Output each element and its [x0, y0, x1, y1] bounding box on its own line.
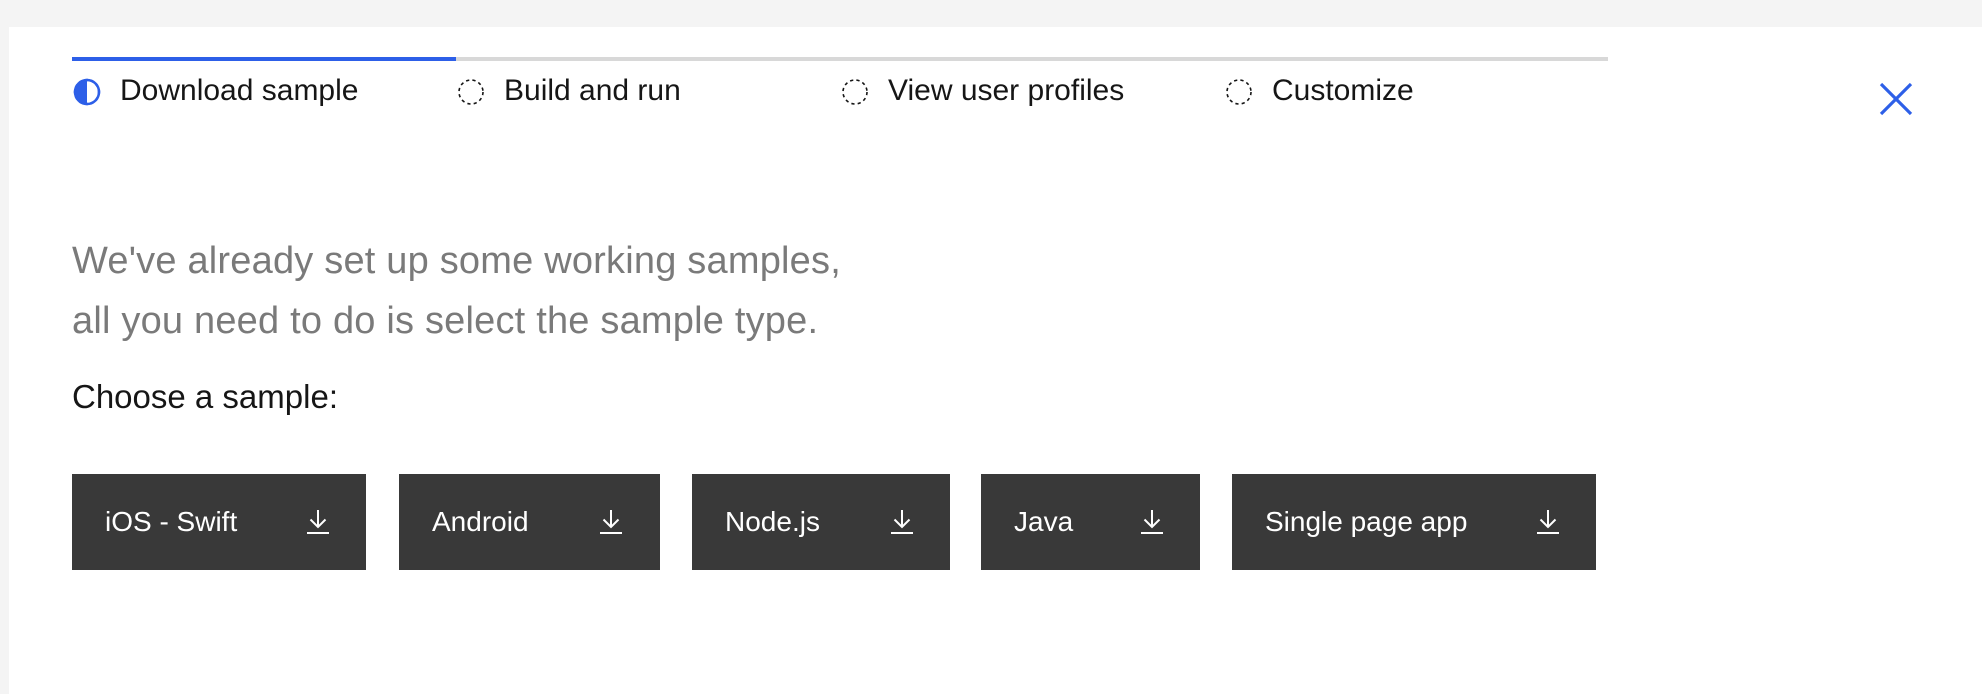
close-icon [1879, 82, 1913, 116]
sample-button-android[interactable]: Android [399, 474, 660, 570]
sample-button-label: Node.js [725, 506, 820, 537]
step-label: Download sample [120, 74, 359, 107]
intro-line: We've already set up some working sample… [72, 240, 841, 282]
sample-button-ios-swift[interactable]: iOS - Swift [72, 474, 366, 570]
dashed-circle-icon [458, 79, 484, 105]
download-icon [600, 510, 622, 534]
dashed-circle-icon [1226, 79, 1252, 105]
step-progress-bar [840, 57, 1224, 61]
step-progress-bar [72, 57, 456, 61]
download-icon [1537, 510, 1559, 534]
sample-button-label: Android [432, 506, 529, 537]
step-progress-bar [1224, 57, 1608, 61]
sample-button-java[interactable]: Java [981, 474, 1200, 570]
step-label: Customize [1272, 74, 1414, 107]
close-button[interactable] [1871, 74, 1921, 124]
step-label: View user profiles [888, 74, 1125, 107]
sample-button-nodejs[interactable]: Node.js [692, 474, 950, 570]
step-view-user-profiles[interactable]: View user profiles [840, 57, 1224, 127]
step-label: Build and run [504, 74, 681, 107]
step-customize[interactable]: Customize [1224, 57, 1608, 127]
sample-button-single-page-app[interactable]: Single page app [1232, 474, 1596, 570]
sample-button-label: Java [1014, 506, 1074, 537]
download-icon [307, 510, 329, 534]
dashed-circle-icon [842, 79, 868, 105]
sample-button-label: iOS - Swift [105, 506, 238, 537]
step-build-and-run[interactable]: Build and run [456, 57, 840, 127]
sample-button-label: Single page app [1265, 506, 1468, 537]
step-progress-bar [456, 57, 840, 61]
choose-sample-label: Choose a sample: [72, 378, 338, 415]
step-download-sample[interactable]: Download sample [72, 57, 456, 127]
half-circle-icon [73, 78, 101, 106]
intro-text: We've already set up some working sample… [72, 231, 841, 351]
progress-indicator: Download sample Build and run View user … [72, 57, 1616, 127]
modal-panel: Download sample Build and run View user … [9, 27, 1982, 694]
download-icon [1141, 510, 1163, 534]
download-icon [891, 510, 913, 534]
intro-line: all you need to do is select the sample … [72, 300, 819, 342]
